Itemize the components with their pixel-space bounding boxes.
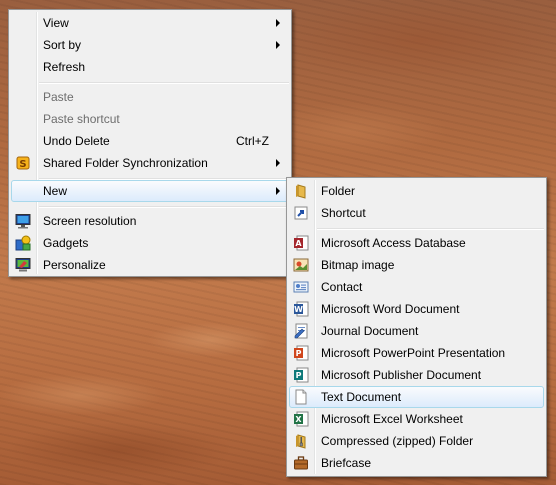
powerpoint-icon: P — [293, 345, 309, 361]
zip-folder-icon — [293, 433, 309, 449]
monitor-icon — [15, 213, 31, 229]
menu-item-label: Sort by — [43, 38, 82, 52]
publisher-icon: P — [293, 367, 309, 383]
shortcut-icon — [293, 205, 309, 221]
svg-text:P: P — [296, 371, 302, 380]
svg-text:X: X — [295, 415, 302, 424]
menu-item-label: View — [43, 16, 69, 30]
new-item-journal-document[interactable]: Journal Document — [289, 320, 544, 342]
menu-item-paste-shortcut[interactable]: Paste shortcut — [11, 108, 289, 130]
menu-separator — [39, 206, 289, 208]
submenu-arrow-icon — [276, 159, 280, 167]
new-item-access-database[interactable]: A Microsoft Access Database — [289, 232, 544, 254]
word-icon: W — [293, 301, 309, 317]
menu-item-sort-by[interactable]: Sort by — [11, 34, 289, 56]
menu-item-label: Microsoft Word Document — [321, 302, 460, 316]
svg-text:S: S — [19, 159, 26, 170]
menu-item-shared-folder-sync[interactable]: S Shared Folder Synchronization — [11, 152, 289, 174]
submenu-arrow-icon — [276, 187, 280, 195]
menu-item-label: Contact — [321, 280, 363, 294]
journal-icon — [293, 323, 309, 339]
menu-item-label: Folder — [321, 184, 356, 198]
menu-item-label: Gadgets — [43, 236, 89, 250]
submenu-arrow-icon — [276, 41, 280, 49]
new-item-text-document[interactable]: Text Document — [289, 386, 544, 408]
menu-item-refresh[interactable]: Refresh — [11, 56, 289, 78]
svg-text:A: A — [295, 239, 302, 248]
menu-separator — [317, 228, 544, 230]
folder-icon — [293, 183, 309, 199]
new-item-excel-worksheet[interactable]: X Microsoft Excel Worksheet — [289, 408, 544, 430]
menu-separator — [39, 82, 289, 84]
bitmap-icon — [293, 257, 309, 273]
menu-item-paste[interactable]: Paste — [11, 86, 289, 108]
menu-item-screen-resolution[interactable]: Screen resolution — [11, 210, 289, 232]
new-item-publisher-document[interactable]: P Microsoft Publisher Document — [289, 364, 544, 386]
desktop-context-menu: View Sort by Refresh Paste Paste shortcu… — [8, 9, 292, 277]
access-icon: A — [293, 235, 309, 251]
menu-item-label: Paste shortcut — [43, 112, 120, 126]
new-item-briefcase[interactable]: Briefcase — [289, 452, 544, 474]
menu-item-label: Compressed (zipped) Folder — [321, 434, 474, 448]
menu-item-label: Refresh — [43, 60, 86, 74]
menu-item-view[interactable]: View — [11, 12, 289, 34]
menu-item-label: Personalize — [43, 258, 106, 272]
text-document-icon — [293, 389, 309, 405]
new-item-folder[interactable]: Folder — [289, 180, 544, 202]
new-item-bitmap-image[interactable]: Bitmap image — [289, 254, 544, 276]
menu-item-label: Bitmap image — [321, 258, 395, 272]
briefcase-icon — [293, 455, 309, 471]
new-item-powerpoint-presentation[interactable]: P Microsoft PowerPoint Presentation — [289, 342, 544, 364]
menu-item-label: Undo Delete — [43, 134, 110, 148]
menu-item-shortcut: Ctrl+Z — [236, 134, 269, 148]
menu-item-label: New — [43, 184, 68, 198]
menu-item-label: Microsoft Excel Worksheet — [321, 412, 463, 426]
menu-item-personalize[interactable]: Personalize — [11, 254, 289, 276]
menu-item-label: Screen resolution — [43, 214, 137, 228]
new-item-shortcut[interactable]: Shortcut — [289, 202, 544, 224]
svg-text:P: P — [296, 349, 302, 358]
sync-icon: S — [15, 155, 31, 171]
menu-item-label: Shared Folder Synchronization — [43, 156, 208, 170]
gadgets-icon — [15, 235, 31, 251]
new-submenu: Folder Shortcut A Microsoft Access Datab… — [286, 177, 547, 477]
menu-item-label: Paste — [43, 90, 74, 104]
menu-item-label: Journal Document — [321, 324, 419, 338]
desktop: { "context_menu": { "items": { "view": {… — [0, 0, 556, 485]
menu-item-label: Microsoft Access Database — [321, 236, 466, 250]
menu-item-new[interactable]: New — [11, 180, 289, 202]
menu-item-undo-delete[interactable]: Undo Delete Ctrl+Z — [11, 130, 289, 152]
new-item-contact[interactable]: Contact — [289, 276, 544, 298]
contact-icon — [293, 279, 309, 295]
menu-item-label: Microsoft PowerPoint Presentation — [321, 346, 506, 360]
new-item-word-document[interactable]: W Microsoft Word Document — [289, 298, 544, 320]
submenu-arrow-icon — [276, 19, 280, 27]
menu-item-label: Shortcut — [321, 206, 366, 220]
new-item-compressed-folder[interactable]: Compressed (zipped) Folder — [289, 430, 544, 452]
menu-item-gadgets[interactable]: Gadgets — [11, 232, 289, 254]
svg-text:W: W — [294, 305, 303, 314]
personalize-icon — [15, 257, 31, 273]
menu-item-label: Microsoft Publisher Document — [321, 368, 482, 382]
menu-item-label: Text Document — [321, 390, 402, 404]
excel-icon: X — [293, 411, 309, 427]
menu-item-label: Briefcase — [321, 456, 372, 470]
